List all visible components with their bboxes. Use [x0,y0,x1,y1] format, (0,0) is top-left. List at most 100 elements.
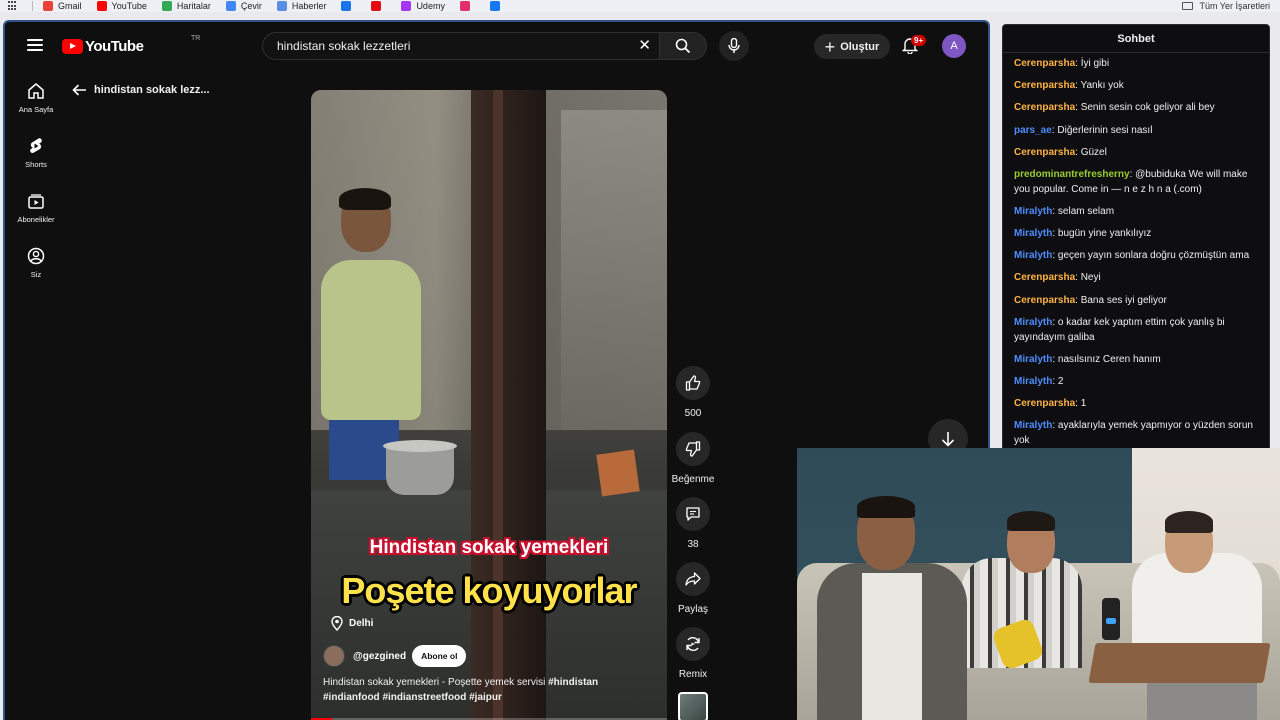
all-bookmarks-label: Tüm Yer İşaretleri [1199,1,1270,11]
chat-message: predominantrefresherny: @bubiduka We wil… [1014,168,1259,198]
short-video-player[interactable]: Hindistan sokak yemekleri Poşete koyuyor… [311,90,667,720]
remix-button[interactable] [676,627,710,661]
chat-username[interactable]: predominantrefresherny [1014,169,1130,180]
channel-avatar[interactable] [323,645,345,667]
search-input[interactable]: hindistan sokak lezzetleri ✕ [262,32,660,60]
bookmark-favicon-icon [341,1,352,11]
bookmark-item[interactable]: YouTube [96,1,147,11]
avatar[interactable]: A [942,34,966,58]
remix-label: Remix [678,669,708,680]
back-button[interactable]: hindistan sokak lezz... [72,84,210,96]
youtube-play-icon [62,39,83,54]
bookmark-item[interactable] [489,1,505,11]
chat-username[interactable]: Cerenparsha [1014,102,1075,113]
chat-username[interactable]: Cerenparsha [1014,398,1075,409]
remix-icon [686,636,700,652]
chat-username[interactable]: Cerenparsha [1014,80,1075,91]
bookmark-item[interactable] [459,1,475,11]
bookmark-favicon-icon [276,1,287,11]
menu-icon[interactable] [27,39,43,51]
bookmark-item[interactable]: Haberler [276,1,326,11]
chat-message: Miralyth: 2 [1014,375,1259,390]
create-button[interactable]: + Oluştur [814,34,890,59]
all-bookmarks-button[interactable]: Tüm Yer İşaretleri [1182,0,1270,12]
bookmarks-bar: Gmail YouTube Haritalar Çevir Haberler Udemy … [0,0,1280,12]
chat-username[interactable]: Cerenparsha [1014,295,1075,306]
chat-username[interactable]: pars_ae [1014,125,1052,136]
description-hashtag[interactable]: #hindistan [548,677,598,688]
like-button[interactable] [676,366,710,400]
bookmark-item[interactable] [341,1,356,11]
sidebar-item-account[interactable]: Siz [11,247,61,279]
description-hashtags[interactable]: #indianfood #indianstreetfood #jaipur [323,692,502,703]
microphone-icon [728,38,740,53]
region-label: TR [191,35,201,42]
sidebar-item-home[interactable]: Ana Sayfa [11,82,61,114]
video-description[interactable]: Hindistan sokak yemekleri - Poşette yeme… [323,675,643,705]
bookmark-item[interactable]: Udemy [401,1,445,11]
chat-message: pars_ae: Diğerlerinin sesi nasıl [1014,124,1259,139]
sidebar-item-label: Abonelikler [17,215,55,224]
subscribe-button[interactable]: Abone ol [412,645,467,667]
comments-button[interactable] [676,497,710,531]
chat-username[interactable]: Miralyth [1014,250,1052,261]
chat-text: İyi gibi [1080,58,1110,69]
sidebar-item-label: Ana Sayfa [18,105,54,114]
bookmark-label: Gmail [58,1,82,11]
comment-icon [686,507,700,521]
chat-message: Miralyth: ayaklarıyla yemek yapmıyor o y… [1014,419,1259,449]
channel-name[interactable]: @gezgined [353,651,406,662]
chat-username[interactable]: Cerenparsha [1014,272,1075,283]
chat-username[interactable]: Miralyth [1014,206,1052,217]
chat-username[interactable]: Cerenparsha [1014,58,1075,69]
sidebar-item-subscriptions[interactable]: Abonelikler [11,192,61,224]
location-tag[interactable]: Delhi [331,616,373,631]
folder-icon [1182,2,1194,10]
chat-text: 1 [1080,398,1087,410]
bookmarks-list: Gmail YouTube Haritalar Çevir Haberler Udemy [43,1,520,11]
bookmark-favicon-icon [401,1,412,11]
bookmark-item[interactable]: Haritalar [161,1,211,11]
sidebar-item-shorts[interactable]: Shorts [11,137,61,169]
channel-info: @gezgined Abone ol [323,645,467,667]
clear-search-icon[interactable]: ✕ [638,38,651,53]
chat-message: Miralyth: nasılsınız Ceren hanım [1014,353,1259,368]
dislike-button[interactable] [676,432,710,466]
arrow-down-icon [941,432,955,447]
sidebar-item-label: Shorts [25,160,47,169]
person-left-shirt [862,573,922,720]
chat-username[interactable]: Miralyth [1014,228,1052,239]
voice-search-button[interactable] [719,31,749,61]
bookmark-item[interactable]: Gmail [43,1,82,11]
bookmark-favicon-icon [43,1,53,11]
person-middle-hair [1007,511,1055,531]
apps-grid-icon[interactable] [8,1,18,11]
search-button[interactable] [659,32,707,60]
chat-username[interactable]: Miralyth [1014,420,1052,431]
chat-text: Bana ses iyi geliyor [1080,294,1167,306]
like-action: 500 [673,366,713,419]
chat-text: Yankı yok [1080,80,1124,92]
chat-panel: Sohbet Cerenparsha: İyi gibi Cerenparsha:… [1002,24,1270,464]
bookmark-item[interactable]: Çevir [225,1,262,11]
chat-username[interactable]: Miralyth [1014,376,1052,387]
chat-messages[interactable]: Cerenparsha: İyi gibi Cerenparsha: Yankı … [1003,53,1269,449]
bookmark-item[interactable] [371,1,386,11]
share-button[interactable] [676,562,710,596]
chat-text: Neyi [1080,272,1101,284]
bookmark-label: Udemy [416,1,445,11]
bookmark-favicon-icon [371,1,382,11]
chat-text: selam selam [1057,205,1115,217]
chat-username[interactable]: Miralyth [1014,354,1052,365]
audio-thumbnail[interactable] [678,692,708,720]
youtube-logo[interactable]: YouTube TR [62,35,200,55]
chat-username[interactable]: Cerenparsha [1014,147,1075,158]
chat-text: 2 [1057,376,1064,388]
chat-message: Miralyth: selam selam [1014,205,1259,220]
chat-username[interactable]: Miralyth [1014,317,1052,328]
dislike-action: Beğenme [672,432,714,485]
chat-message: Cerenparsha: Yankı yok [1014,79,1259,94]
chat-message: Miralyth: bugün yine yankılıyız [1014,227,1259,242]
like-count: 500 [684,408,702,419]
location-label: Delhi [349,618,374,629]
